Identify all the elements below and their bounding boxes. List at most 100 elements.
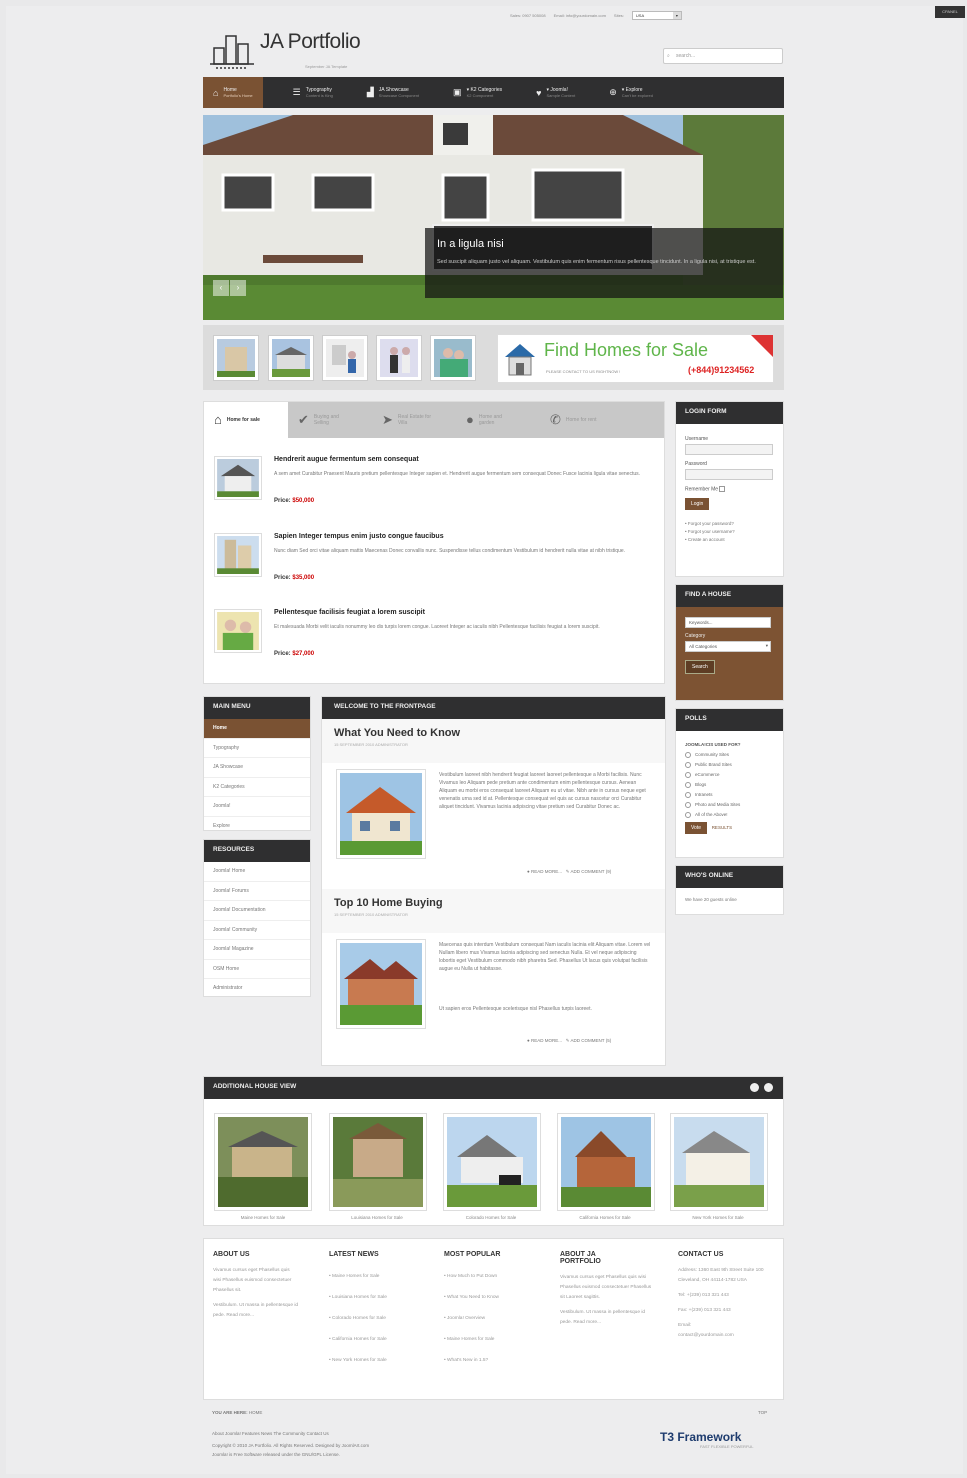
tab-home-garden[interactable]: ● Home and garden	[456, 402, 540, 438]
poll-option[interactable]: Intranets	[685, 790, 774, 800]
nav-explore[interactable]: ⊕ ▾ Explore Can't be explored	[599, 77, 663, 108]
forgot-username-link[interactable]: • Forgot your username?	[685, 528, 774, 536]
resource-link[interactable]: Joomla! Forums	[204, 882, 310, 901]
menu-item-explore[interactable]: Explore	[204, 817, 310, 837]
popular-link[interactable]: • Maine Homes for Sale	[444, 1329, 544, 1350]
prev-slide-icon[interactable]: ‹	[213, 280, 229, 296]
vote-button[interactable]: Vote	[685, 822, 708, 834]
login-button[interactable]: Login	[685, 498, 710, 511]
forgot-password-link[interactable]: • Forgot your password?	[685, 520, 774, 528]
listing-title[interactable]: Hendrerit augue fermentum sem consequat	[274, 456, 419, 463]
prev-arrow-icon[interactable]	[750, 1083, 759, 1092]
house-photo[interactable]	[214, 1113, 312, 1211]
footer-text[interactable]: Vestibulum. Ut massa in pellentesque id …	[213, 1301, 307, 1321]
search-button[interactable]: Search	[685, 660, 715, 674]
read-more-link[interactable]: ● READ MORE...	[527, 869, 562, 874]
t3-framework-logo[interactable]: T3 Framework FAST FLEXIBLE POWERFUL	[660, 1430, 754, 1449]
nav-k2-categories[interactable]: ▣ ▾ K2 Categories K2 Component	[443, 77, 512, 108]
house-photo[interactable]	[443, 1113, 541, 1211]
remember-me[interactable]: Remember Me	[685, 486, 774, 492]
article-title[interactable]: What You Need to Know	[322, 719, 665, 739]
menu-item-home[interactable]: Home	[204, 719, 310, 739]
back-to-top-link[interactable]: TOP	[758, 1410, 767, 1415]
listing-title[interactable]: Sapien Integer tempus enim justo congue …	[274, 533, 444, 540]
add-comment-link[interactable]: ✎ ADD COMMENT (5)	[566, 1038, 611, 1043]
find-homes-banner[interactable]: Find Homes for Sale PLEASE CONTACT TO US…	[497, 334, 774, 383]
username-field[interactable]	[685, 444, 773, 455]
nav-joomla[interactable]: ♥ ▾ Joomla! Sample Content	[526, 77, 585, 108]
breadcrumb-home[interactable]: HOME	[249, 1410, 263, 1415]
listing-title[interactable]: Pellentesque facilisis feugiat a lorem s…	[274, 609, 425, 616]
search-input[interactable]: ⌕ search...	[663, 48, 783, 64]
listing-image[interactable]	[214, 533, 262, 577]
house-photo[interactable]	[557, 1113, 655, 1211]
resource-link[interactable]: Joomla! Community	[204, 921, 310, 940]
nav-typography[interactable]: ☰ Typography Content is King	[283, 77, 343, 108]
popular-link[interactable]: • How Much to Put Down	[444, 1266, 544, 1287]
menu-item-k2-categories[interactable]: K2 Categories	[204, 778, 310, 797]
results-link[interactable]: RESULTS	[712, 825, 732, 830]
article-image[interactable]	[336, 939, 426, 1029]
next-slide-icon[interactable]: ›	[230, 280, 246, 296]
house-photo[interactable]	[670, 1113, 768, 1211]
popular-link[interactable]: • What You Need to Know	[444, 1287, 544, 1308]
footer-text[interactable]: Vestibulum. Ut massa in pellentesque id …	[560, 1308, 654, 1328]
popular-link[interactable]: • Joomla! Overview	[444, 1308, 544, 1329]
tab-home-for-rent[interactable]: ✆ Home for rent	[540, 402, 624, 438]
resource-link[interactable]: Joomla! Magazine	[204, 940, 310, 960]
category-select[interactable]: All Categories ▾	[685, 641, 771, 652]
read-more-link[interactable]: ● READ MORE...	[527, 1038, 562, 1043]
news-link[interactable]: • California Homes for Sale	[329, 1329, 429, 1350]
nav-ja-showcase[interactable]: ▟ JA Showcase Showcase Component	[357, 77, 429, 108]
site-logo[interactable]: JA Portfolio September JA Template	[210, 30, 361, 70]
resource-link[interactable]: OSM Home	[204, 960, 310, 979]
listing-image[interactable]	[214, 456, 262, 500]
thumbnail[interactable]	[430, 335, 476, 381]
house-caption[interactable]: Louisiana Homes for Sale	[320, 1215, 434, 1220]
contact-email[interactable]: contact@yourdomain.com	[678, 1331, 778, 1341]
next-arrow-icon[interactable]	[764, 1083, 773, 1092]
house-caption[interactable]: California Homes for Sale	[548, 1215, 662, 1220]
menu-item-joomla[interactable]: Joomla!	[204, 797, 310, 817]
popular-link[interactable]: • What's New in 1.5?	[444, 1350, 544, 1371]
resource-link[interactable]: Joomla! Home	[204, 862, 310, 882]
article-title[interactable]: Top 10 Home Buying	[322, 889, 665, 909]
keywords-input[interactable]: Keywords...	[685, 617, 771, 628]
remember-checkbox[interactable]	[719, 486, 726, 492]
poll-option[interactable]: All of the Above!	[685, 810, 774, 820]
thumbnail[interactable]	[376, 335, 422, 381]
nav-home[interactable]: ⌂ Home Portfolio's Home	[203, 77, 263, 108]
tab-buying-selling[interactable]: ✔ Buying and Selling	[288, 402, 372, 438]
password-field[interactable]	[685, 469, 773, 480]
cpanel-button[interactable]: CPANEL	[935, 6, 965, 18]
menu-item-typography[interactable]: Typography	[204, 739, 310, 758]
house-caption[interactable]: Maine Homes for Sale	[206, 1215, 320, 1220]
poll-option[interactable]: eCommerce	[685, 770, 774, 780]
poll-option[interactable]: Blogs	[685, 780, 774, 790]
listing-image[interactable]	[214, 609, 262, 653]
tab-home-for-sale[interactable]: ⌂ Home for sale	[204, 402, 288, 438]
resource-link[interactable]: Administrator	[204, 979, 310, 999]
news-link[interactable]: • Maine Homes for Sale	[329, 1266, 429, 1287]
add-comment-link[interactable]: ✎ ADD COMMENT (9)	[566, 869, 611, 874]
news-link[interactable]: • Colorado Homes for Sale	[329, 1308, 429, 1329]
thumbnail[interactable]	[213, 335, 259, 381]
news-link[interactable]: • Louisiana Homes for Sale	[329, 1287, 429, 1308]
create-account-link[interactable]: • Create an account	[685, 536, 774, 544]
email-link[interactable]: Email: info@yourdomain.com	[554, 13, 606, 18]
house-photo[interactable]	[329, 1113, 427, 1211]
menu-item-ja-showcase[interactable]: JA Showcase	[204, 758, 310, 778]
poll-option[interactable]: Public Brand Sites	[685, 760, 774, 770]
news-link[interactable]: • New York Homes for Sale	[329, 1350, 429, 1371]
house-caption[interactable]: Colorado Homes for Sale	[434, 1215, 548, 1220]
footer-links[interactable]: About Joomla! Features News The Communit…	[212, 1431, 329, 1436]
house-caption[interactable]: New York Homes for Sale	[661, 1215, 775, 1220]
resource-link[interactable]: Joomla! Documentation	[204, 901, 310, 921]
thumbnail[interactable]	[322, 335, 368, 381]
thumbnail[interactable]	[268, 335, 314, 381]
poll-option[interactable]: Community Sites	[685, 750, 774, 760]
tab-real-estate-villa[interactable]: ➤ Real Estate for Villa	[372, 402, 456, 438]
article-image[interactable]	[336, 769, 426, 859]
poll-option[interactable]: Photo and Media Sites	[685, 800, 774, 810]
sites-select[interactable]: USA ▾	[631, 11, 682, 20]
